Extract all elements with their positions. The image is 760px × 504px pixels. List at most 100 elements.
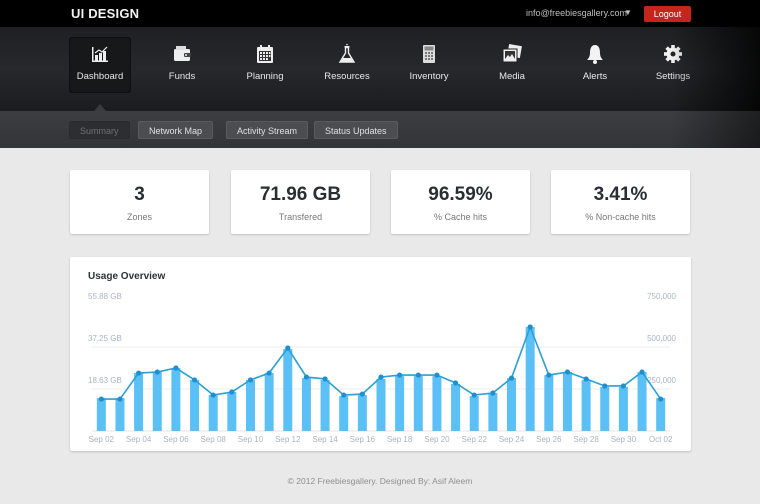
x-tick-label: Sep 04 — [126, 435, 152, 444]
x-tick-label: Sep 10 — [238, 435, 264, 444]
bar — [451, 383, 461, 431]
right-axis-label: 750,000 — [647, 292, 676, 301]
x-tick-label: Sep 28 — [573, 435, 599, 444]
photos-icon — [502, 44, 522, 63]
stat-card-zones: 3 Zones — [70, 170, 209, 234]
nav-label: Alerts — [582, 71, 608, 82]
line-point — [341, 392, 347, 398]
line-point — [620, 383, 626, 389]
x-tick-label: Sep 24 — [499, 435, 525, 444]
line-point — [639, 369, 645, 375]
bar — [134, 373, 144, 431]
line-point — [658, 396, 664, 402]
brand-title: UI DESIGN — [71, 6, 140, 21]
bar — [376, 378, 386, 431]
line-point — [490, 390, 496, 396]
user-menu[interactable]: info@freebiesgallery.com — [526, 8, 627, 18]
line-point — [452, 380, 459, 386]
usage-overview-panel: Usage Overview 18.63 GB 37.25 GB 55.88 GB 2… — [70, 257, 691, 451]
stat-value: 71.96 GB — [259, 184, 342, 205]
line-point — [508, 375, 515, 381]
bar — [600, 386, 610, 431]
bar — [208, 395, 218, 431]
right-axis-label: 500,000 — [647, 334, 676, 343]
line-point — [602, 383, 608, 389]
line-point — [285, 345, 291, 351]
line-point — [471, 392, 477, 398]
line-point — [191, 377, 198, 383]
line-point — [210, 392, 216, 398]
logout-button[interactable]: Logout — [644, 6, 691, 22]
bar-chart-icon — [92, 46, 108, 62]
left-axis-label: 55.88 GB — [88, 292, 122, 301]
stat-label: % Cache hits — [433, 212, 488, 222]
x-tick-label: Oct 02 — [649, 435, 673, 444]
bar — [544, 375, 554, 431]
calculator-icon — [423, 45, 435, 63]
gear-icon — [664, 45, 682, 63]
active-nav-pointer — [94, 104, 106, 111]
nav-item-funds[interactable]: Funds — [151, 37, 213, 93]
line-point — [303, 374, 310, 380]
x-tick-label: Sep 16 — [350, 435, 376, 444]
nav-item-planning[interactable]: Planning — [234, 37, 296, 93]
nav-label: Settings — [655, 71, 691, 82]
bar — [190, 379, 200, 431]
nav-label: Media — [499, 71, 525, 82]
x-tick-label: Sep 02 — [89, 435, 115, 444]
bar — [283, 349, 293, 431]
bar — [320, 379, 330, 431]
bar — [469, 396, 479, 431]
nav-item-settings[interactable]: Settings — [642, 37, 704, 93]
nav-item-inventory[interactable]: Inventory — [398, 37, 460, 93]
stat-label: Zones — [126, 212, 152, 222]
x-tick-label: Sep 22 — [462, 435, 488, 444]
usage-chart: 18.63 GB 37.25 GB 55.88 GB 250,000 500,000 75… — [88, 292, 677, 444]
tab-activity-stream[interactable]: Activity Stream — [226, 121, 309, 139]
footer-copyright: © 2012 Freebiesgallery. Designed By: Asi… — [287, 476, 473, 486]
nav-label: Funds — [168, 71, 196, 82]
stat-value: 3 — [134, 184, 145, 205]
nav-item-media[interactable]: Media — [481, 37, 543, 93]
line-point — [527, 324, 533, 330]
stat-card-cache-hits: 96.59% % Cache hits — [391, 170, 530, 234]
main-nav: Dashboard Funds Planning Resources Inven… — [0, 27, 760, 111]
bar — [637, 372, 647, 431]
tab-network-map[interactable]: Network Map — [138, 121, 214, 139]
line-point — [546, 372, 552, 378]
left-axis-label: 18.63 GB — [88, 376, 122, 385]
bar — [581, 379, 591, 431]
line-point — [266, 370, 272, 376]
bar — [264, 373, 274, 431]
stat-card-transfered: 71.96 GB Transfered — [231, 170, 370, 234]
line-point — [229, 389, 235, 395]
line-point — [397, 372, 403, 378]
nav-item-alerts[interactable]: Alerts — [564, 37, 626, 93]
stat-value: 3.41% — [593, 184, 648, 205]
nav-item-resources[interactable]: Resources — [316, 37, 378, 93]
left-axis-label: 37.25 GB — [88, 334, 122, 343]
line-point — [564, 369, 571, 375]
x-tick-label: Sep 20 — [424, 435, 450, 444]
tab-status-updates[interactable]: Status Updates — [314, 121, 398, 139]
flask-icon — [338, 43, 356, 63]
bar — [413, 376, 423, 431]
bar — [115, 398, 125, 431]
x-tick-label: Sep 30 — [611, 435, 637, 444]
nav-label: Dashboard — [76, 71, 124, 82]
tab-summary[interactable]: Summary — [69, 121, 130, 139]
line-point — [154, 369, 160, 375]
stat-label: % Non-cache hits — [585, 212, 656, 222]
nav-item-dashboard[interactable]: Dashboard — [69, 37, 131, 93]
stat-value: 96.59% — [428, 184, 493, 205]
chevron-down-icon[interactable]: ▼ — [624, 8, 632, 17]
line-point — [117, 396, 123, 402]
nav-label: Inventory — [409, 71, 449, 82]
top-bar: UI DESIGN info@freebiesgallery.com ▼ Log… — [0, 0, 760, 27]
line-point — [322, 376, 328, 382]
bar — [618, 386, 628, 431]
line-point — [378, 374, 384, 380]
x-tick-label: Sep 06 — [163, 435, 189, 444]
x-tick-label: Sep 08 — [201, 435, 227, 444]
wallet-icon — [174, 46, 191, 61]
